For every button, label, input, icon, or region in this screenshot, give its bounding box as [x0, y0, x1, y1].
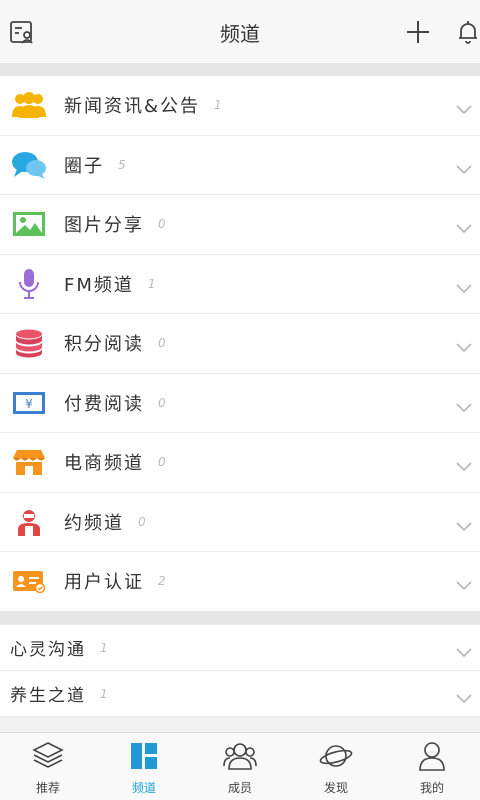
chevron-down-icon[interactable]	[456, 457, 472, 476]
layers-icon	[32, 741, 64, 775]
channel-count: 0	[158, 455, 166, 470]
channel-count: 1	[100, 640, 108, 655]
list-item[interactable]: 圈子 5	[0, 136, 480, 195]
chevron-down-icon[interactable]	[456, 398, 472, 417]
list-item[interactable]: 养生之道 1	[0, 671, 480, 717]
channel-label: 图片分享	[64, 215, 144, 237]
planet-icon	[319, 741, 353, 775]
coins-stack-icon	[4, 323, 54, 363]
channel-count: 0	[158, 217, 166, 232]
profile-icon	[417, 741, 447, 775]
tab-recommend[interactable]: 推荐	[0, 733, 96, 800]
add-icon[interactable]	[400, 14, 436, 50]
list-item[interactable]: 心灵沟通 1	[0, 625, 480, 671]
channel-label: 圈子	[64, 155, 104, 177]
list-item[interactable]: 电商频道 0	[0, 433, 480, 493]
channel-label: FM频道	[64, 274, 134, 296]
tab-label: 频道	[131, 781, 156, 795]
shop-icon	[4, 442, 54, 482]
channel-label: 电商频道	[64, 453, 144, 475]
chevron-down-icon[interactable]	[456, 338, 472, 357]
list-item[interactable]: 用户认证 2	[0, 552, 480, 612]
id-card-icon	[4, 561, 54, 601]
person-icon	[4, 502, 54, 542]
chevron-down-icon[interactable]	[456, 100, 472, 119]
bell-icon[interactable]	[450, 14, 480, 50]
users-icon	[4, 85, 54, 125]
chevron-down-icon[interactable]	[456, 643, 472, 662]
channel-label: 积分阅读	[64, 334, 144, 356]
channel-count: 1	[214, 98, 222, 113]
channel-count: 0	[158, 395, 166, 410]
channel-label: 用户认证	[64, 572, 144, 594]
list-item[interactable]: 约频道 0	[0, 493, 480, 552]
tab-label: 推荐	[35, 781, 60, 795]
channel-count: 1	[100, 686, 108, 701]
tab-members[interactable]: 成员	[192, 733, 288, 800]
channel-list: 新闻资讯&公告 1 圈子 5 图片分享 0 FM频道 1 积分阅读 0 ¥ 付费…	[0, 76, 480, 612]
microphone-icon	[4, 264, 54, 304]
section-divider	[0, 64, 480, 76]
list-item[interactable]: 新闻资讯&公告 1	[0, 76, 480, 136]
channel-label: 心灵沟通	[10, 640, 86, 660]
grid-icon	[129, 741, 159, 775]
list-item[interactable]: 积分阅读 0	[0, 314, 480, 374]
channel-label: 约频道	[64, 512, 124, 534]
image-icon	[4, 204, 54, 244]
section-divider	[0, 611, 480, 625]
channel-count: 5	[118, 157, 126, 172]
tab-label: 成员	[227, 781, 252, 795]
chevron-down-icon[interactable]	[456, 219, 472, 238]
tab-channels[interactable]: 频道	[96, 733, 192, 800]
channel-count: 0	[138, 514, 146, 529]
top-bar: 频道	[0, 0, 480, 64]
channel-count: 1	[147, 276, 156, 291]
tab-label: 我的	[419, 781, 444, 795]
bottom-tab-bar: 推荐 频道 成员 发现 我的	[0, 732, 480, 800]
tab-discover[interactable]: 发现	[288, 733, 384, 800]
members-icon	[223, 741, 257, 775]
list-item[interactable]: ¥ 付费阅读 0	[0, 374, 480, 433]
channel-label: 养生之道	[10, 686, 86, 706]
chevron-down-icon[interactable]	[456, 576, 472, 595]
list-item[interactable]: FM频道 1	[0, 255, 480, 314]
channel-label: 新闻资讯&公告	[64, 96, 201, 118]
chevron-down-icon[interactable]	[456, 160, 472, 179]
sub-channel-list: 心灵沟通 1 养生之道 1	[0, 625, 480, 717]
chevron-down-icon[interactable]	[456, 689, 472, 708]
yen-card-icon: ¥	[4, 383, 54, 423]
list-item[interactable]: 图片分享 0	[0, 195, 480, 255]
chat-bubbles-icon	[4, 145, 54, 185]
chevron-down-icon[interactable]	[456, 279, 472, 298]
tab-label: 发现	[323, 781, 348, 795]
channel-count: 0	[158, 336, 166, 351]
svg-text:¥: ¥	[25, 397, 33, 411]
channel-count: 2	[158, 574, 166, 589]
channel-label: 付费阅读	[64, 393, 144, 415]
tab-mine[interactable]: 我的	[384, 733, 480, 800]
chevron-down-icon[interactable]	[456, 517, 472, 536]
